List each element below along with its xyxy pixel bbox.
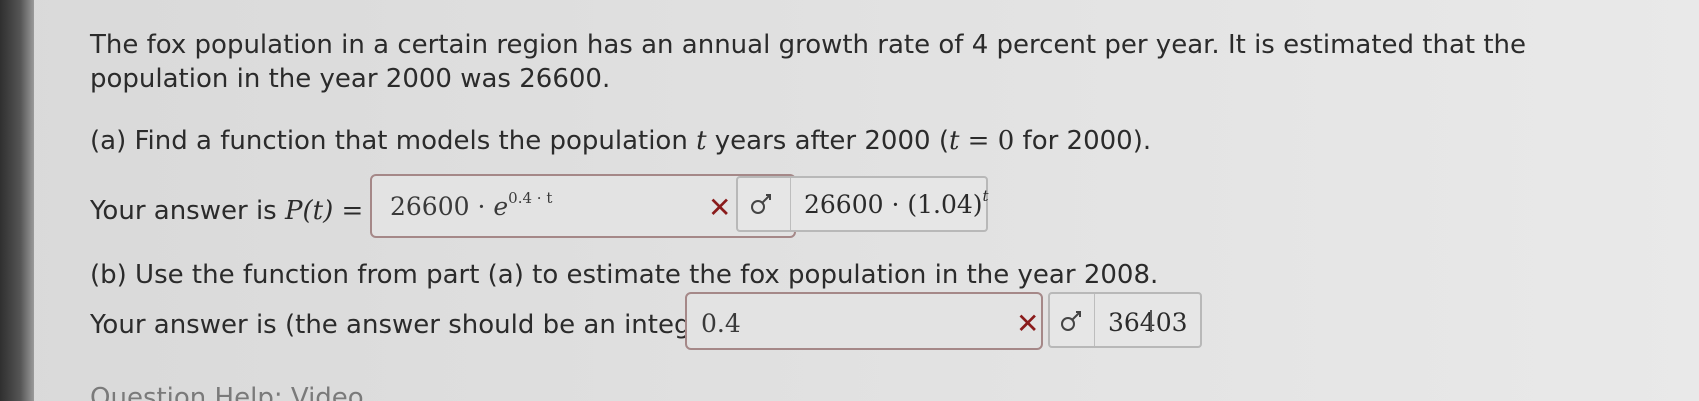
part-a-correct-answer: 26600 · (1.04)t (736, 176, 989, 232)
part-b-correct-answer: 36403 (1048, 292, 1202, 348)
part-a-input-value: 26600 · e0.4 · t (390, 189, 553, 221)
question-intro: The fox population in a certain region h… (90, 30, 1527, 94)
key-icon[interactable] (1058, 306, 1088, 336)
part-b-input-value: 0.4 (701, 309, 741, 338)
part-a-correct-value: 26600 · (1.04)t (804, 187, 989, 219)
part-b-correct-value: 36403 (1108, 308, 1188, 337)
incorrect-x-icon: ✕ (708, 191, 732, 224)
question-help-partial: Question Help: Video (90, 383, 364, 401)
screen-bezel (0, 0, 34, 401)
question-content: The fox population in a certain region h… (90, 28, 1650, 350)
key-icon[interactable] (748, 189, 778, 219)
part-a-answer-input[interactable]: 26600 · e0.4 · t (370, 174, 796, 238)
incorrect-x-icon: ✕ (1016, 307, 1040, 340)
screen: The fox population in a certain region h… (0, 0, 1699, 401)
part-a-answer-label: Your answer is P(t) = (90, 196, 364, 226)
part-b-answer-label: Your answer is (the answer should be an … (90, 310, 728, 340)
part-b-answer-input[interactable]: 0.4 (685, 292, 1043, 350)
answer-divider (1094, 294, 1095, 346)
part-a-prompt: (a) Find a function that models the popu… (90, 126, 1152, 156)
text-cursor-icon (1150, 310, 1152, 332)
part-b-prompt: (b) Use the function from part (a) to es… (90, 260, 1159, 290)
answer-divider (790, 178, 791, 230)
